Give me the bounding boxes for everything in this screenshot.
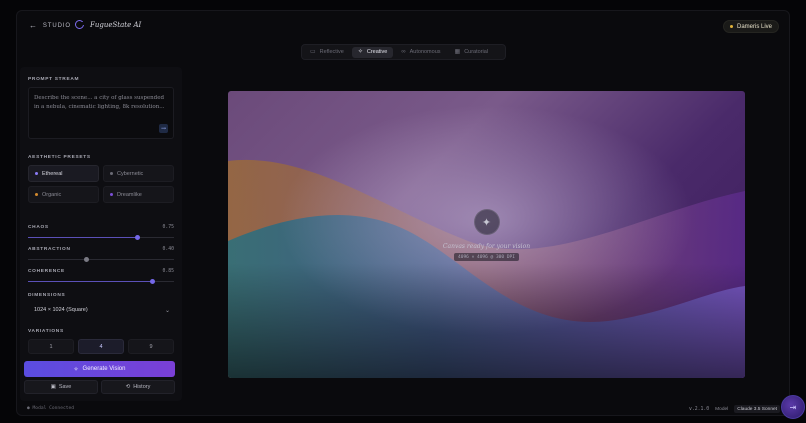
mode-tabs: ▭ Reflective ✧ Creative ∞ Autonomous ▦ C… <box>301 44 506 60</box>
generate-vision-button[interactable]: ✧ Generate Vision <box>24 361 175 377</box>
dimensions-select[interactable]: 1024 × 1024 (Square) ⌄ <box>28 303 174 317</box>
grid-icon: ▦ <box>454 49 461 55</box>
sparkles-icon: ✧ <box>73 366 79 373</box>
coherence-slider[interactable]: COHERENCE 0.85 <box>28 269 174 287</box>
back-label: STUDIO <box>42 23 71 29</box>
action-buttons: ▣ Save ⟲ History <box>24 380 175 394</box>
preset-dot-icon <box>35 172 38 175</box>
slider-value: 0.85 <box>162 269 174 274</box>
preset-organic[interactable]: Organic <box>28 186 99 203</box>
dimensions-value: 1024 × 1024 (Square) <box>34 307 88 313</box>
arrow-right-icon: ⇥ <box>789 402 797 412</box>
model-label: Model <box>715 406 729 412</box>
preset-label: Organic <box>42 191 62 198</box>
slider-thumb[interactable] <box>149 279 155 284</box>
canvas-message: Canvas ready for your vision <box>442 243 531 250</box>
arrow-right-icon: → <box>160 125 167 132</box>
canvas-resolution-badge: 4096 × 4096 @ 300 DPI <box>454 253 519 261</box>
version-label: v.2.1.0 <box>688 406 710 412</box>
prompt-placeholder: Describe the scene... a city of glass su… <box>34 95 165 110</box>
history-button[interactable]: ⟲ History <box>101 380 175 394</box>
variation-1-button[interactable]: 1 <box>28 339 74 354</box>
preset-label: Ethereal <box>42 170 63 177</box>
tab-label: Creative <box>366 49 388 55</box>
arrow-left-icon: ← <box>29 21 38 30</box>
canvas-placeholder: ✦ Canvas ready for your vision 4096 × 40… <box>228 209 745 261</box>
variation-9-button[interactable]: 9 <box>128 339 174 354</box>
slider-label: COHERENCE <box>28 269 65 274</box>
preset-dreamlike[interactable]: Dreamlike <box>103 186 174 203</box>
live-label: Dameris Live <box>736 23 772 30</box>
abstraction-slider[interactable]: ABSTRACTION 0.40 <box>28 247 174 265</box>
history-label: History <box>133 384 151 390</box>
model-badge[interactable]: Claude 3.5 Sonnet <box>734 405 780 413</box>
tab-label: Reflective <box>319 49 344 55</box>
slider-value: 0.40 <box>162 247 174 252</box>
back-to-studio-link[interactable]: ← STUDIO <box>29 22 71 30</box>
prompt-input[interactable]: Describe the scene... a city of glass su… <box>28 87 174 139</box>
preset-dot-icon <box>110 193 113 196</box>
image-canvas[interactable]: ✦ Canvas ready for your vision 4096 × 40… <box>228 91 745 378</box>
history-icon: ⟲ <box>125 384 131 390</box>
slider-label: CHAOS <box>28 225 49 230</box>
preset-ethereal[interactable]: Ethereal <box>28 165 99 182</box>
brand-name: FugueState AI <box>90 20 142 29</box>
slider-label: ABSTRACTION <box>28 247 71 252</box>
tab-creative[interactable]: ✧ Creative <box>351 46 394 58</box>
live-status-badge[interactable]: Dameris Live <box>722 20 779 33</box>
live-dot-icon <box>729 25 733 28</box>
chevron-down-icon: ⌄ <box>164 307 170 314</box>
variation-4-button[interactable]: 4 <box>78 339 124 354</box>
infinity-icon: ∞ <box>401 49 406 55</box>
dimensions-label: DIMENSIONS <box>28 293 66 298</box>
preset-cybernetic[interactable]: Cybernetic <box>103 165 174 182</box>
slider-fill <box>28 281 153 282</box>
connection-status: ● Modal Connected <box>27 406 75 411</box>
slider-track[interactable] <box>28 259 174 260</box>
book-icon: ▭ <box>310 49 316 55</box>
brand: FugueState AI <box>75 20 141 29</box>
slider-thumb[interactable] <box>135 235 140 240</box>
model-status: v.2.1.0 Model Claude 3.5 Sonnet <box>689 405 780 413</box>
tab-autonomous[interactable]: ∞ Autonomous <box>395 47 446 58</box>
preset-dot-icon <box>110 172 113 175</box>
aesthetic-presets-label: AESTHETIC PRESETS <box>28 155 91 160</box>
sparkles-icon: ✦ <box>473 209 500 235</box>
tab-reflective[interactable]: ▭ Reflective <box>304 47 350 58</box>
prompt-stream-label: PROMPT STREAM <box>28 77 80 82</box>
wand-icon: ✧ <box>357 49 363 55</box>
tab-curatorial[interactable]: ▦ Curatorial <box>449 47 495 58</box>
tab-label: Curatorial <box>464 49 489 55</box>
tab-label: Autonomous <box>409 49 441 55</box>
save-icon: ▣ <box>50 384 56 390</box>
save-label: Save <box>58 384 72 390</box>
control-sidebar: PROMPT STREAM Describe the scene... a ci… <box>20 67 182 401</box>
slider-thumb[interactable] <box>83 257 89 262</box>
preset-label: Dreamlike <box>117 191 142 198</box>
preset-grid: Ethereal Cybernetic Organic Dreamlike <box>28 165 174 203</box>
chaos-slider[interactable]: CHAOS 0.75 <box>28 225 174 243</box>
slider-fill <box>28 237 138 238</box>
variations-label: VARIATIONS <box>28 329 64 334</box>
top-bar: ← STUDIO FugueState AI Dameris Live <box>17 11 789 43</box>
assistant-fab-button[interactable]: ⇥ <box>781 395 805 419</box>
variations-selector: 1 4 9 <box>28 339 174 354</box>
app-frame: ← STUDIO FugueState AI Dameris Live ▭ Re… <box>16 10 790 416</box>
preset-dot-icon <box>35 193 38 196</box>
save-button[interactable]: ▣ Save <box>24 380 98 394</box>
generate-label: Generate Vision <box>82 366 126 372</box>
logo-icon <box>75 20 85 29</box>
slider-value: 0.75 <box>162 225 174 230</box>
preset-label: Cybernetic <box>117 170 144 177</box>
send-prompt-button[interactable]: → <box>159 124 168 133</box>
